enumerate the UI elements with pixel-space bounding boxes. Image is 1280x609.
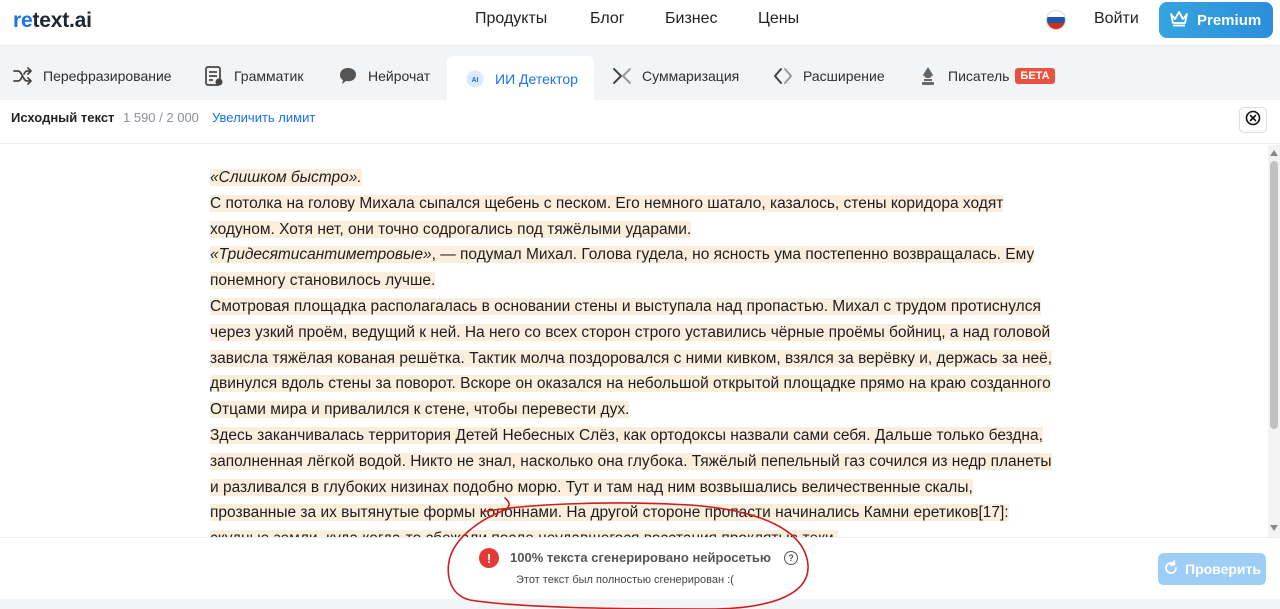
result-title: 100% текста сгенерировано нейросетью — [510, 550, 771, 565]
source-text[interactable]: «Слишком быстро». С потолка на голову Ми… — [210, 165, 1060, 537]
login-link[interactable]: Войти — [1094, 10, 1139, 28]
scroll-up-arrow-icon[interactable] — [1270, 150, 1278, 156]
footer-strip — [0, 599, 1280, 609]
paragraph-1: «Слишком быстро». — [210, 169, 362, 186]
tab-ai-detector[interactable]: AI ИИ Детектор — [447, 56, 594, 101]
beta-badge: БЕТА — [1015, 67, 1055, 84]
tab-grammar[interactable]: Грамматик — [204, 58, 303, 93]
editor-scrollbar[interactable] — [1268, 145, 1280, 537]
paragraph-2: С потолка на голову Михала сыпался щебен… — [210, 194, 1004, 238]
source-text-label: Исходный текст — [11, 110, 115, 125]
tab-neurochat[interactable]: Нейрочат — [338, 58, 430, 93]
nav-prices[interactable]: Цены — [758, 10, 799, 28]
shuffle-icon — [13, 66, 33, 86]
nav-products[interactable]: Продукты — [475, 10, 547, 28]
scrollbar-thumb[interactable] — [1270, 161, 1278, 429]
increase-limit-link[interactable]: Увеличить лимит — [212, 110, 315, 125]
refresh-icon — [1163, 559, 1179, 579]
paragraph-5: Здесь заканчивалась территория Детей Неб… — [210, 426, 1052, 537]
nav-business[interactable]: Бизнес — [665, 10, 718, 28]
tab-paraphrase[interactable]: Перефразирование — [13, 58, 172, 93]
quill-icon — [918, 66, 938, 86]
char-counter: 1 590 / 2 000 — [123, 110, 199, 125]
paragraph-3-italic: «Тридесятисантиметровые» — [210, 246, 432, 264]
collapse-arrows-icon — [612, 66, 632, 86]
tab-summarization[interactable]: Суммаризация — [612, 58, 739, 93]
help-icon[interactable]: ? — [784, 551, 798, 565]
scroll-down-arrow-icon[interactable] — [1270, 525, 1278, 531]
editor-toolbar: Исходный текст 1 590 / 2 000 Увеличить л… — [0, 100, 1280, 144]
result-subtitle: Этот текст был полностью сгенерирован :( — [516, 574, 734, 586]
paragraph-4: Смотровая площадка располагалась в основ… — [210, 297, 1053, 419]
text-editor[interactable]: «Слишком быстро». С потолка на голову Ми… — [0, 145, 1268, 537]
chat-bubble-icon — [338, 66, 358, 86]
tab-expansion[interactable]: Расширение — [773, 58, 885, 93]
nav-blog[interactable]: Блог — [590, 10, 625, 28]
tool-tabs: Перефразирование Грамматик Нейрочат AI И… — [0, 45, 1280, 101]
document-check-icon — [204, 65, 224, 86]
tab-writer[interactable]: Писатель БЕТА — [918, 58, 1055, 93]
crown-icon — [1169, 9, 1189, 31]
top-header: retext.ai Продукты Блог Бизнес Цены Войт… — [0, 0, 1280, 44]
ai-badge-icon: AI — [465, 69, 485, 89]
logo[interactable]: retext.ai — [13, 9, 92, 33]
svg-text:AI: AI — [472, 77, 479, 84]
language-flag-icon[interactable] — [1046, 10, 1066, 30]
close-circle-icon — [1245, 110, 1261, 131]
result-bar: ! 100% текста сгенерировано нейросетью ?… — [0, 537, 1280, 599]
clear-text-button[interactable] — [1239, 107, 1267, 133]
warning-icon: ! — [479, 548, 499, 568]
premium-button[interactable]: Premium — [1159, 2, 1273, 38]
code-brackets-icon — [773, 66, 793, 86]
check-button[interactable]: Проверить — [1158, 553, 1266, 585]
